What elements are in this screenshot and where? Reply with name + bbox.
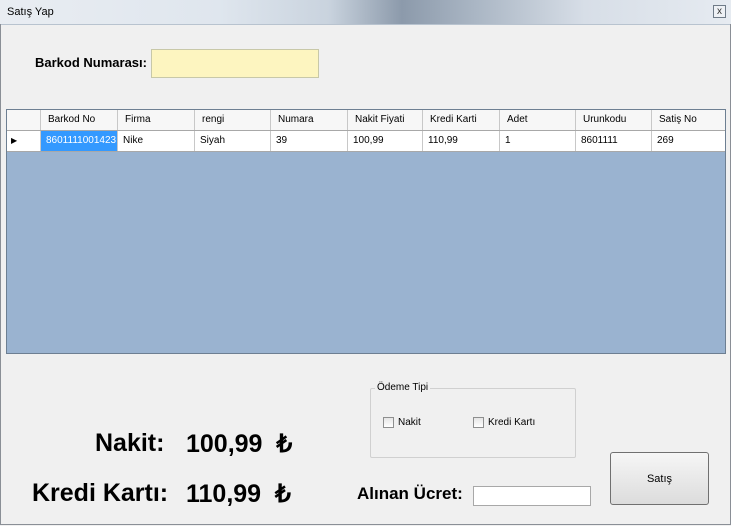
kredi-karti-checkbox-label[interactable]: Kredi Kartı — [488, 417, 535, 428]
row-header-corner — [7, 110, 41, 130]
kredi-total-label: Kredi Kartı: — [32, 479, 169, 507]
cell-kredi-karti[interactable]: 110,99 — [423, 131, 500, 151]
cell-nakit-fiyati[interactable]: 100,99 — [348, 131, 423, 151]
kredi-karti-checkbox[interactable] — [473, 417, 484, 428]
satis-button[interactable]: Satış — [610, 452, 709, 505]
column-header-adet[interactable]: Adet — [500, 110, 576, 130]
column-header-kredi-karti[interactable]: Kredi Karti — [423, 110, 500, 130]
nakit-total-label: Nakit: — [95, 429, 165, 457]
cell-satis-no[interactable]: 269 — [652, 131, 725, 151]
column-header-rengi[interactable]: rengi — [195, 110, 271, 130]
cell-adet[interactable]: 1 — [500, 131, 576, 151]
cell-firma[interactable]: Nike — [118, 131, 195, 151]
alinan-ucret-label: Alınan Ücret: — [357, 484, 463, 503]
table-row[interactable]: ▶ 8601111001423 Nike Siyah 39 100,99 110… — [7, 131, 725, 152]
barcode-label: Barkod Numarası: — [35, 55, 147, 70]
nakit-checkbox-label[interactable]: Nakit — [398, 417, 421, 428]
cell-urunkodu[interactable]: 8601111 — [576, 131, 652, 151]
row-indicator[interactable]: ▶ — [7, 131, 41, 151]
window-title: Satış Yap — [7, 6, 54, 18]
alinan-ucret-input[interactable] — [473, 486, 591, 506]
close-button[interactable]: x — [713, 5, 726, 18]
products-grid[interactable]: Barkod No Firma rengi Numara Nakit Fiyat… — [6, 109, 726, 354]
barcode-input[interactable] — [151, 49, 319, 78]
column-header-barkod-no[interactable]: Barkod No — [41, 110, 118, 130]
payment-type-title: Ödeme Tipi — [375, 382, 431, 393]
column-header-satis-no[interactable]: Satiş No — [652, 110, 725, 130]
title-bar[interactable]: Satış Yap x — [0, 0, 731, 25]
column-header-nakit-fiyati[interactable]: Nakit Fiyati — [348, 110, 423, 130]
nakit-checkbox[interactable] — [383, 417, 394, 428]
column-header-firma[interactable]: Firma — [118, 110, 195, 130]
cell-numara[interactable]: 39 — [271, 131, 348, 151]
nakit-total-value: 100,99 ₺ — [186, 430, 293, 458]
column-header-urunkodu[interactable]: Urunkodu — [576, 110, 652, 130]
column-header-numara[interactable]: Numara — [271, 110, 348, 130]
kredi-total-value: 110,99 ₺ — [186, 480, 291, 508]
grid-header: Barkod No Firma rengi Numara Nakit Fiyat… — [7, 110, 725, 131]
cell-barkod-no[interactable]: 8601111001423 — [41, 131, 118, 151]
cell-rengi[interactable]: Siyah — [195, 131, 271, 151]
